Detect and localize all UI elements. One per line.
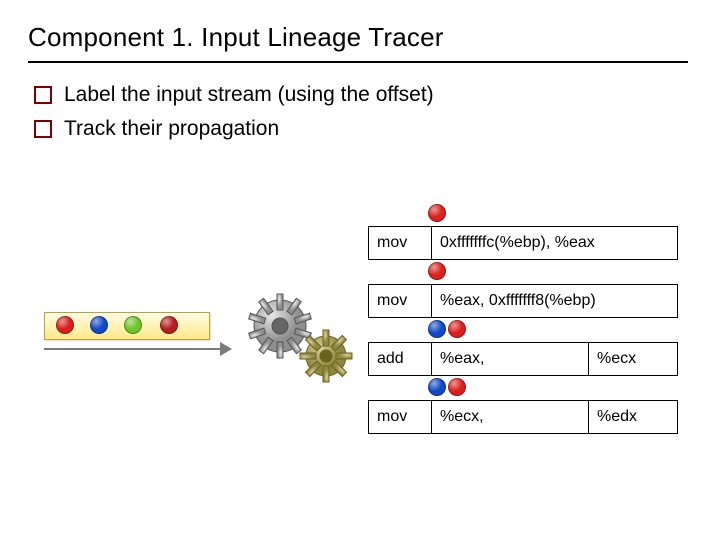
instr-arg1: %ecx, bbox=[432, 401, 589, 434]
table-row: add %eax, %ecx bbox=[369, 343, 678, 376]
instr-arg1: %eax, bbox=[432, 343, 589, 376]
slide-title: Component 1. Input Lineage Tracer bbox=[28, 22, 692, 53]
stream-ball-blue-icon bbox=[90, 316, 108, 334]
instr-op: mov bbox=[369, 285, 432, 318]
stream-ball-green-icon bbox=[124, 316, 142, 334]
instr-op: add bbox=[369, 343, 432, 376]
title-rule bbox=[28, 61, 688, 63]
diagram-stage: (function(){ function teeth(id, n, r1, r… bbox=[32, 280, 692, 510]
instruction-table: mov 0xfffffffc(%ebp), %eax mov %eax, 0xf… bbox=[368, 226, 678, 434]
instr-args: %eax, 0xfffffff8(%ebp) bbox=[432, 285, 678, 318]
lineage-ball-red-icon bbox=[428, 204, 446, 222]
gears-icon: (function(){ function teeth(id, n, r1, r… bbox=[240, 280, 360, 390]
instr-arg2: %ecx bbox=[589, 343, 678, 376]
stream-ball-red-icon bbox=[56, 316, 74, 334]
instr-args: 0xfffffffc(%ebp), %eax bbox=[432, 227, 678, 260]
bullet-marker-icon bbox=[34, 86, 52, 104]
instr-op: mov bbox=[369, 227, 432, 260]
bullet-text: Track their propagation bbox=[64, 115, 279, 143]
table-row: mov 0xfffffffc(%ebp), %eax bbox=[369, 227, 678, 260]
flow-arrow-line bbox=[44, 348, 220, 350]
bullet-text: Label the input stream (using the offset… bbox=[64, 81, 434, 109]
instr-balls-row-1 bbox=[428, 204, 488, 224]
bullet-item: Label the input stream (using the offset… bbox=[34, 81, 692, 109]
flow-arrow-head-icon bbox=[220, 342, 232, 356]
stream-ball-dred-icon bbox=[160, 316, 178, 334]
bullet-list: Label the input stream (using the offset… bbox=[34, 81, 692, 144]
bullet-item: Track their propagation bbox=[34, 115, 692, 143]
instr-op: mov bbox=[369, 401, 432, 434]
bullet-marker-icon bbox=[34, 120, 52, 138]
instr-arg2: %edx bbox=[589, 401, 678, 434]
table-row: mov %eax, 0xfffffff8(%ebp) bbox=[369, 285, 678, 318]
table-row: mov %ecx, %edx bbox=[369, 401, 678, 434]
